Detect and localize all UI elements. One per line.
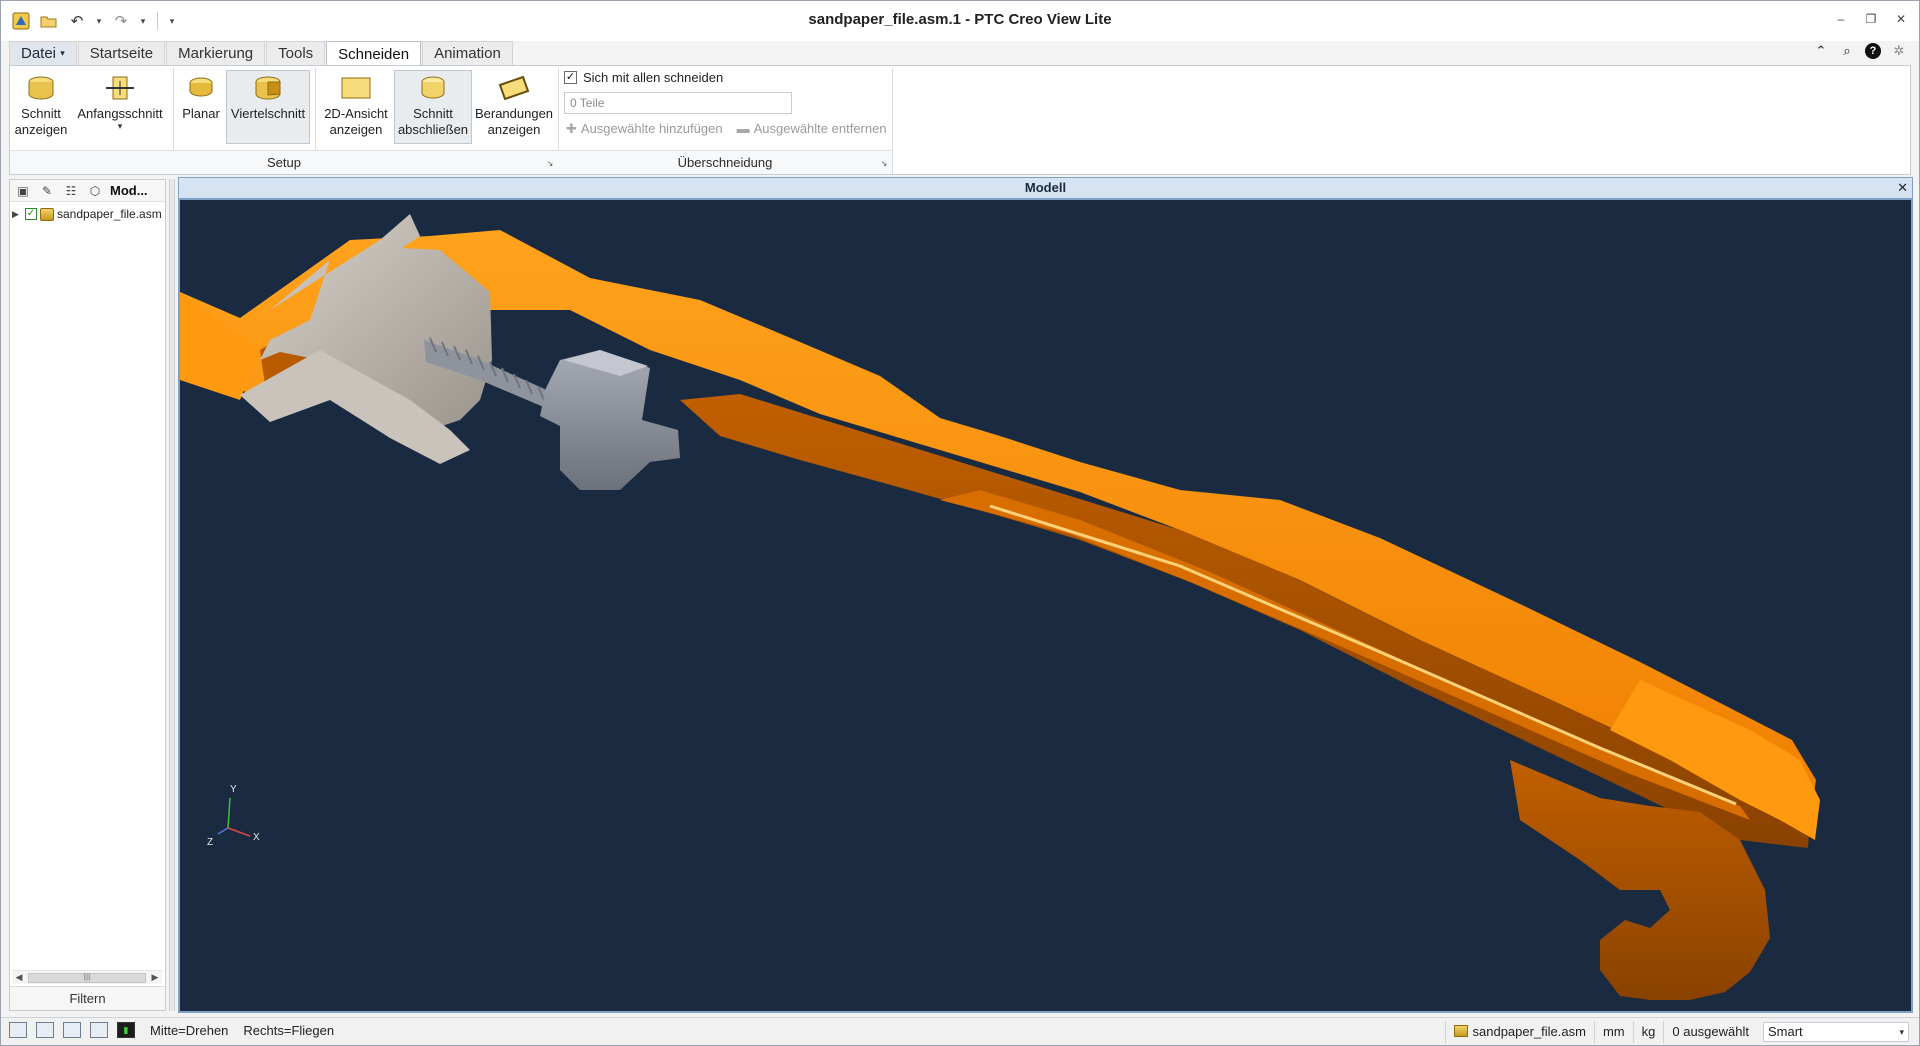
tab-markierung[interactable]: Markierung xyxy=(166,41,266,65)
3d-viewport[interactable]: Y X Z xyxy=(178,198,1913,1013)
ribbon-tabs: Datei ▾ Startseite Markierung Tools Schn… xyxy=(9,41,514,66)
tree-item-label: sandpaper_file.asm xyxy=(57,207,162,221)
help-icon[interactable]: ? xyxy=(1865,43,1881,59)
parts-input[interactable]: 0 Teile xyxy=(564,92,792,114)
expand-arrow-icon[interactable]: ▶ xyxy=(12,209,22,220)
visibility-checkbox-icon[interactable]: ✓ xyxy=(25,208,37,220)
scroll-left-icon[interactable]: ◀ xyxy=(12,972,26,983)
window-title: sandpaper_file.asm.1 - PTC Creo View Lit… xyxy=(808,11,1112,28)
title-bar: ↶ ▾ ↷ ▾ ▾ sandpaper_file.asm.1 - PTC Cre… xyxy=(1,1,1919,41)
layout-horizontal-icon[interactable] xyxy=(63,1022,81,1038)
layout-single-icon[interactable] xyxy=(9,1022,27,1038)
assembly-icon xyxy=(40,207,54,221)
model-tree-toolbar: ▣ ✎ ☷ ⬡ Mod... xyxy=(10,180,165,202)
mouse-hint-right: Rechts=Fliegen xyxy=(243,1022,335,1038)
triad-y-label: Y xyxy=(230,784,237,795)
minimize-icon[interactable]: – xyxy=(1833,11,1849,27)
structure-icon[interactable]: ☷ xyxy=(62,182,80,200)
panel-splitter[interactable] xyxy=(169,179,175,1011)
intersect-all-checkbox[interactable]: ✓ xyxy=(564,71,577,84)
model-tree-view-icon[interactable]: ▣ xyxy=(14,182,32,200)
mass-unit: kg xyxy=(1632,1021,1664,1043)
selection-count: 0 ausgewählt xyxy=(1663,1021,1757,1043)
triad-z-label: Z xyxy=(207,837,213,848)
tab-tools[interactable]: Tools xyxy=(266,41,326,65)
scroll-right-icon[interactable]: ▶ xyxy=(148,972,162,983)
intersect-all-option[interactable]: ✓ Sich mit allen schneiden xyxy=(564,70,723,85)
remove-selected-button[interactable]: ▬ Ausgewählte entfernen xyxy=(737,121,887,137)
scrollbar-thumb[interactable]: |||| xyxy=(28,972,146,983)
filter-button[interactable]: Filtern xyxy=(10,986,165,1010)
search-icon[interactable]: ⌕ xyxy=(1839,43,1855,59)
selection-filter-dropdown[interactable]: Smart ▾ xyxy=(1763,1022,1909,1042)
plus-icon: ✚ xyxy=(566,121,577,136)
status-right: sandpaper_file.asm mm kg 0 ausgewählt Sm… xyxy=(1444,1020,1909,1044)
file-icon xyxy=(1453,1025,1468,1037)
active-file: sandpaper_file.asm xyxy=(1444,1021,1594,1043)
intersection-dialog-launcher-icon[interactable]: ↘ xyxy=(879,159,889,169)
status-bar: ▮ Mitte=Drehen Rechts=Fliegen sandpaper_… xyxy=(1,1017,1919,1045)
ribbon-separator xyxy=(892,68,893,174)
model-tree-area: ▣ ✎ ☷ ⬡ Mod... ▶ ✓ sandpaper_file.asm xyxy=(10,180,165,970)
minus-icon: ▬ xyxy=(736,121,750,136)
horizontal-scrollbar[interactable]: ◀ |||| ▶ xyxy=(12,970,162,984)
model-tab-label[interactable]: Mod... xyxy=(110,183,148,198)
tab-schneiden[interactable]: Schneiden xyxy=(326,41,422,66)
length-unit: mm xyxy=(1593,1021,1633,1043)
settings-icon[interactable]: ✲ xyxy=(1891,43,1907,59)
coordinate-triad: Y X Z xyxy=(207,784,260,848)
layout-split-icon[interactable] xyxy=(36,1022,54,1038)
model-render: Y X Z xyxy=(180,214,1820,1000)
maximize-icon[interactable]: ❐ xyxy=(1863,11,1879,27)
window-controls: – ❐ ✕ xyxy=(1833,11,1909,27)
collapse-ribbon-icon[interactable]: ⌃ xyxy=(1813,43,1829,59)
ribbon-right-tools: ⌃ ⌕ ? ✲ xyxy=(1813,43,1907,59)
mouse-hint-middle: Mitte=Drehen xyxy=(150,1022,229,1038)
tab-startseite[interactable]: Startseite xyxy=(77,41,166,65)
add-selected-button[interactable]: ✚ Ausgewählte hinzufügen xyxy=(566,121,723,137)
annotations-icon[interactable]: ✎ xyxy=(38,182,56,200)
intersection-group-label: Überschneidung ↘ xyxy=(558,150,892,174)
status-left: ▮ Mitte=Drehen Rechts=Fliegen xyxy=(9,1022,334,1038)
model-cube-icon[interactable]: ⬡ xyxy=(86,182,104,200)
console-icon[interactable]: ▮ xyxy=(117,1022,135,1038)
tab-animation[interactable]: Animation xyxy=(422,41,513,65)
viewport-title-bar: Modell ✕ xyxy=(178,177,1913,198)
layout-panel-icon[interactable] xyxy=(90,1022,108,1038)
tab-datei[interactable]: Datei ▾ xyxy=(9,41,77,65)
chevron-down-icon: ▾ xyxy=(1899,1027,1904,1037)
tree-item-root[interactable]: ▶ ✓ sandpaper_file.asm xyxy=(12,207,162,221)
selection-actions: ✚ Ausgewählte hinzufügen ▬ Ausgewählte ent… xyxy=(566,121,887,137)
intersection-group: ✓ Sich mit allen schneiden 0 Teile ✚ Ausg… xyxy=(10,66,892,174)
close-icon[interactable]: ✕ xyxy=(1893,11,1909,27)
handle-cut-face xyxy=(680,394,1810,848)
creo-view-window: ↶ ▾ ↷ ▾ ▾ sandpaper_file.asm.1 - PTC Cre… xyxy=(0,0,1920,1046)
triad-x-label: X xyxy=(253,832,260,843)
ribbon-panel: Schnitt anzeigen Anfangsschnitt ▾ Planar… xyxy=(9,65,1911,175)
close-view-icon[interactable]: ✕ xyxy=(1897,178,1908,197)
model-tree-panel: ▣ ✎ ☷ ⬡ Mod... ▶ ✓ sandpaper_file.asm ◀ … xyxy=(9,179,166,1011)
